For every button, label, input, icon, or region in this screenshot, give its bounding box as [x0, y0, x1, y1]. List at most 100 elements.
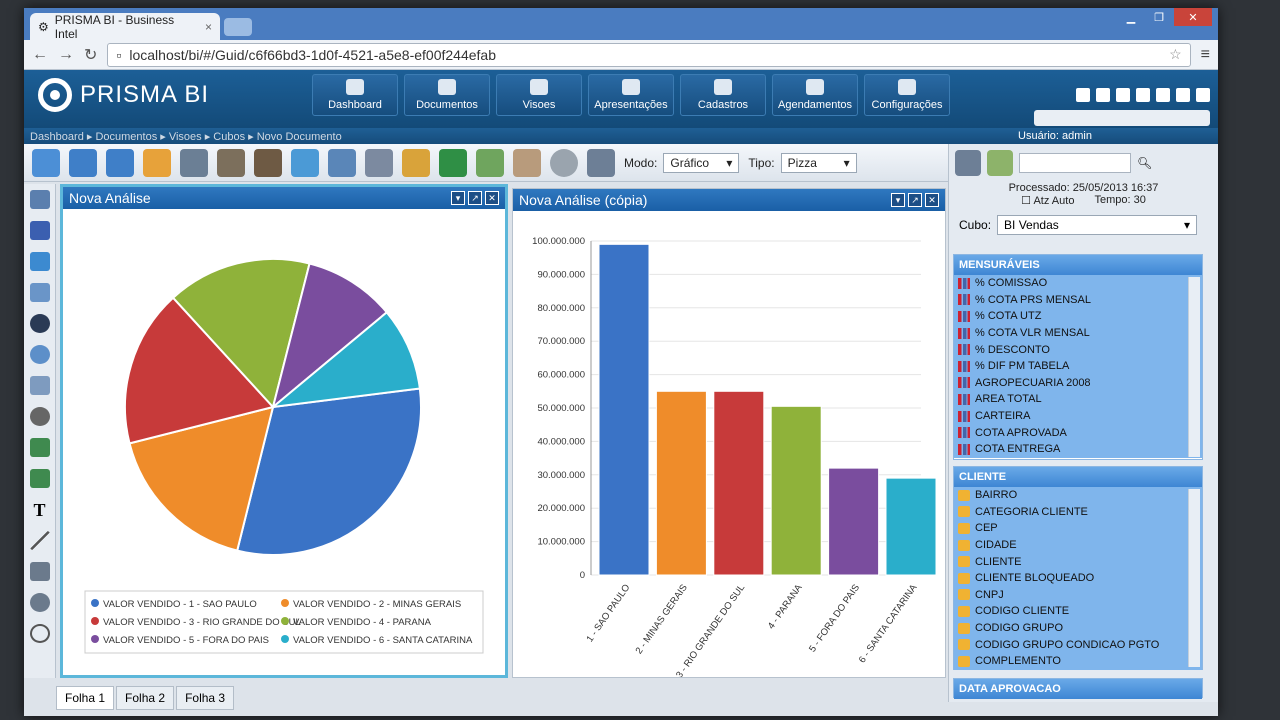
- table-icon[interactable]: [365, 148, 393, 177]
- nav-apresentaes[interactable]: Apresentações: [588, 74, 674, 116]
- list-item[interactable]: CATEGORIA CLIENTE: [954, 504, 1202, 521]
- tree-view-icon[interactable]: [987, 150, 1013, 176]
- sheet-tab[interactable]: Folha 3: [176, 686, 235, 710]
- header-search-input[interactable]: [1034, 110, 1210, 126]
- browser-tab[interactable]: ⚙ PRISMA BI - Business Intel ×: [30, 13, 220, 41]
- close-panel-icon[interactable]: ✕: [925, 193, 939, 207]
- save-icon[interactable]: [180, 148, 208, 177]
- refresh-icon[interactable]: [32, 148, 60, 177]
- breadcrumb[interactable]: Dashboard ▸ Documentos ▸ Visoes ▸ Cubos …: [30, 130, 342, 143]
- close-tab-icon[interactable]: ×: [205, 20, 212, 34]
- bar[interactable]: [770, 405, 822, 576]
- gauge-icon[interactable]: [550, 148, 578, 177]
- link-icon[interactable]: [29, 376, 50, 395]
- nav-cadastros[interactable]: Cadastros: [680, 74, 766, 116]
- mensuraveis-header[interactable]: MENSURÁVEIS: [954, 255, 1202, 275]
- nav-documentos[interactable]: Documentos: [404, 74, 490, 116]
- popout-icon[interactable]: ↗: [468, 191, 482, 205]
- power-icon[interactable]: [1136, 88, 1150, 102]
- camera-icon[interactable]: [29, 314, 50, 333]
- back-arrow-icon[interactable]: ←: [32, 46, 48, 64]
- list-item[interactable]: % DIF PM TABELA: [954, 358, 1202, 375]
- nav-configuraes[interactable]: Configurações: [864, 74, 950, 116]
- list-item[interactable]: CEP: [954, 520, 1202, 537]
- globe-icon[interactable]: [29, 345, 50, 364]
- list-item[interactable]: CLIENTE BLOQUEADO: [954, 570, 1202, 587]
- presentation-icon[interactable]: [513, 148, 541, 177]
- url-field[interactable]: ▫ localhost/bi/#/Guid/c6f66bd3-1d0f-4521…: [107, 42, 1191, 67]
- bar[interactable]: [598, 243, 650, 576]
- text-icon[interactable]: T: [30, 500, 50, 520]
- cube-select[interactable]: BI Vendas ▾: [997, 215, 1198, 235]
- bar[interactable]: [655, 390, 707, 576]
- list-item[interactable]: COTA ENTREGA: [954, 441, 1202, 458]
- sheet-tab[interactable]: Folha 2: [116, 686, 175, 710]
- sheet-tab[interactable]: Folha 1: [56, 686, 115, 710]
- list-item[interactable]: AGROPECUARIA 2008: [954, 375, 1202, 392]
- home-icon[interactable]: [1076, 88, 1090, 102]
- filter-icon[interactable]: [291, 148, 319, 177]
- excel-icon[interactable]: [439, 148, 467, 177]
- reload-icon[interactable]: ↻: [84, 45, 97, 65]
- list-item[interactable]: % COTA VLR MENSAL: [954, 325, 1202, 342]
- bar[interactable]: [713, 390, 765, 576]
- list-item[interactable]: AREA TOTAL: [954, 391, 1202, 408]
- new-document-icon[interactable]: [143, 148, 171, 177]
- grid-icon[interactable]: [29, 190, 50, 209]
- rss-icon[interactable]: [29, 407, 50, 426]
- close-panel-icon[interactable]: ✕: [485, 191, 499, 205]
- area-chart-icon[interactable]: [29, 221, 50, 240]
- bookmark-star-icon[interactable]: ☆: [1169, 46, 1182, 63]
- bar[interactable]: [885, 477, 937, 576]
- list-item[interactable]: CARTEIRA: [954, 408, 1202, 425]
- list-view-icon[interactable]: [955, 150, 981, 176]
- list-item[interactable]: CLIENTE: [954, 553, 1202, 570]
- windows-icon[interactable]: [1096, 88, 1110, 102]
- zoom-icon[interactable]: [29, 624, 50, 643]
- print-doc-icon[interactable]: [476, 148, 504, 177]
- layout-icon[interactable]: [328, 148, 356, 177]
- list-item[interactable]: COTA APROVADA: [954, 424, 1202, 441]
- edit-icon[interactable]: [217, 148, 245, 177]
- list-item[interactable]: CODIGO GRUPO CONDICAO PGTO: [954, 636, 1202, 653]
- popout-icon[interactable]: ↗: [908, 193, 922, 207]
- tipo-select[interactable]: Pizza ▾: [780, 152, 857, 173]
- new-tab-button[interactable]: [224, 18, 252, 36]
- minimize-icon[interactable]: ▁: [1118, 8, 1144, 26]
- bar[interactable]: [828, 467, 880, 576]
- dropdown-icon[interactable]: ▾: [451, 191, 465, 205]
- modo-select[interactable]: Gráfico ▾: [663, 152, 740, 173]
- circle-icon[interactable]: [29, 593, 50, 612]
- browser-menu-icon[interactable]: ≡: [1201, 46, 1210, 64]
- key-icon[interactable]: [1116, 88, 1130, 102]
- map-icon[interactable]: [29, 252, 50, 271]
- nav-visoes[interactable]: Visoes: [496, 74, 582, 116]
- download-icon[interactable]: [1156, 88, 1170, 102]
- data-aprovacao-header[interactable]: DATA APROVACAO: [954, 679, 1202, 699]
- list-icon[interactable]: [587, 148, 615, 177]
- image-icon[interactable]: [29, 283, 50, 302]
- broom-icon[interactable]: [402, 148, 430, 177]
- auto-refresh-checkbox[interactable]: ☐ Atz Auto: [1021, 194, 1074, 207]
- cube-search-input[interactable]: [1019, 153, 1131, 173]
- list-item[interactable]: CODIGO CLIENTE: [954, 603, 1202, 620]
- list-item[interactable]: CIDADE: [954, 537, 1202, 554]
- list-item[interactable]: % COMISSAO: [954, 275, 1202, 292]
- prisma-logo[interactable]: PRISMA BI: [38, 78, 209, 112]
- list-item[interactable]: % DESCONTO: [954, 341, 1202, 358]
- picture2-icon[interactable]: [29, 469, 50, 488]
- rectangle-icon[interactable]: [29, 562, 50, 581]
- list-item[interactable]: COMPLEMENTO: [954, 653, 1202, 670]
- line-icon[interactable]: [29, 531, 50, 550]
- list-item[interactable]: CNPJ: [954, 587, 1202, 604]
- print-icon[interactable]: [1196, 88, 1210, 102]
- dropdown-icon[interactable]: ▾: [891, 193, 905, 207]
- list-item[interactable]: % COTA UTZ: [954, 308, 1202, 325]
- nav-dashboard[interactable]: Dashboard: [312, 74, 398, 116]
- undo-icon[interactable]: [69, 148, 97, 177]
- maximize-icon[interactable]: ❐: [1146, 8, 1172, 26]
- scrollbar[interactable]: [1188, 489, 1200, 667]
- cliente-header[interactable]: CLIENTE: [954, 467, 1202, 487]
- list-item[interactable]: BAIRRO: [954, 487, 1202, 504]
- list-item[interactable]: % COTA PRS MENSAL: [954, 292, 1202, 309]
